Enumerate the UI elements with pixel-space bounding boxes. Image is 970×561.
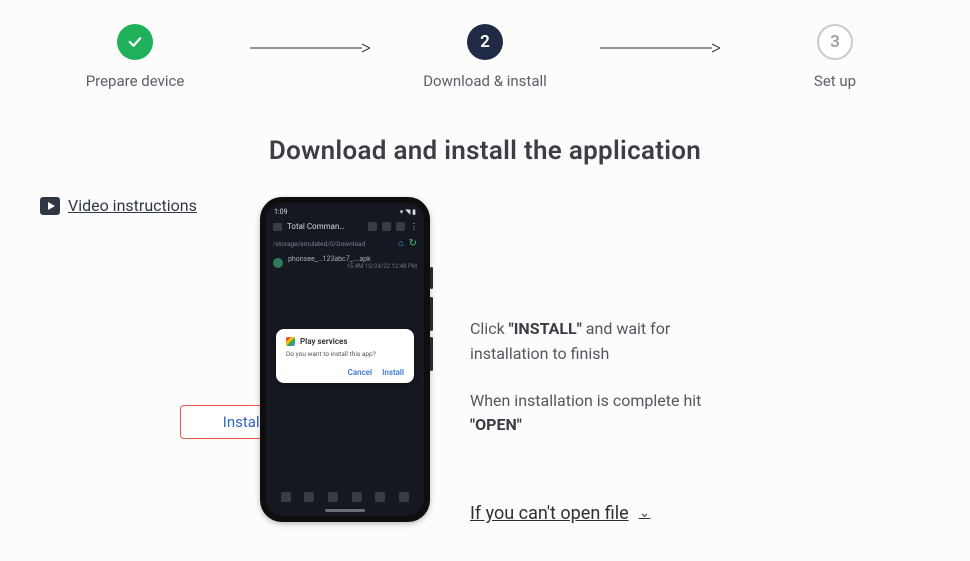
phone-screen: 1:09 ▾ ◥ ▮ Total Comman… ⋮ /storage/emul… bbox=[266, 203, 424, 516]
toolbar-icon bbox=[368, 222, 377, 231]
stepper-arrow-icon bbox=[250, 38, 370, 57]
instruction-text: When installation is complete hit bbox=[470, 391, 701, 410]
chevron-down-icon: ⌄ bbox=[639, 503, 651, 525]
install-dialog-title: Play services bbox=[300, 337, 347, 346]
home-icon: ⌂ bbox=[398, 238, 403, 249]
instructions-column: Click "INSTALL" and wait for installatio… bbox=[470, 317, 730, 528]
phone-illustration: Install 1:09 ▾ ◥ ▮ Total Comman… ⋮ bbox=[260, 197, 430, 522]
phone-path-row: /storage/emulated/0/Download ⌂ ↻ bbox=[266, 235, 424, 252]
toolbar-icon bbox=[375, 492, 385, 502]
refresh-icon: ↻ bbox=[409, 238, 417, 249]
step-check-icon bbox=[117, 24, 153, 60]
phone-side-button bbox=[430, 267, 433, 289]
search-icon bbox=[396, 222, 405, 231]
toolbar-icon bbox=[399, 492, 409, 502]
menu-dots-icon: ⋮ bbox=[410, 222, 417, 231]
video-instructions-label: Video instructions bbox=[68, 196, 197, 215]
phone-frame: 1:09 ▾ ◥ ▮ Total Comman… ⋮ /storage/emul… bbox=[260, 197, 430, 522]
instruction-line-2: When installation is complete hit "OPEN" bbox=[470, 389, 730, 439]
instruction-line-1: Click "INSTALL" and wait for installatio… bbox=[470, 317, 730, 367]
phone-app-toolbar: Total Comman… ⋮ bbox=[266, 218, 424, 235]
step-set-up: 3 Set up bbox=[760, 24, 910, 90]
step-download-install: 2 Download & install bbox=[410, 24, 560, 90]
stepper: Prepare device 2 Download & install 3 Se… bbox=[0, 0, 970, 100]
dialog-install-button: Install bbox=[382, 368, 404, 377]
step-label: Set up bbox=[814, 72, 856, 90]
install-dialog-subtitle: Do you want to install this app? bbox=[286, 350, 404, 358]
phone-status-icons: ▾ ◥ ▮ bbox=[400, 208, 416, 216]
phone-path: /storage/emulated/0/Download bbox=[273, 240, 393, 248]
dialog-cancel-button: Cancel bbox=[348, 368, 373, 377]
cant-open-file-toggle[interactable]: If you can't open file ⌄ bbox=[470, 500, 730, 528]
home-pill-icon bbox=[325, 509, 365, 512]
install-dialog: Play services Do you want to install thi… bbox=[276, 329, 414, 383]
play-icon bbox=[40, 197, 60, 215]
toolbar-icon bbox=[328, 492, 338, 502]
step-prepare-device: Prepare device bbox=[60, 24, 210, 90]
phone-time: 1:09 bbox=[274, 208, 288, 216]
cant-open-file-label: If you can't open file bbox=[470, 500, 629, 528]
toolbar-icon bbox=[382, 222, 391, 231]
toolbar-icon bbox=[352, 492, 362, 502]
phone-file-row: phonsee_…123abc7_….apk 15.4M 10/24/22 12… bbox=[266, 252, 424, 273]
phone-bottom-toolbar bbox=[266, 492, 424, 502]
install-callout-label: Install bbox=[223, 413, 263, 431]
phone-file-meta: 15.4M 10/24/22 12:48 PM bbox=[288, 263, 417, 270]
step-number-3: 3 bbox=[817, 24, 853, 60]
instruction-text: Click bbox=[470, 319, 509, 338]
phone-side-button bbox=[430, 297, 433, 331]
phone-status-bar: 1:09 ▾ ◥ ▮ bbox=[266, 203, 424, 218]
toolbar-icon bbox=[281, 492, 291, 502]
page-title: Download and install the application bbox=[0, 136, 970, 166]
stepper-arrow-icon bbox=[600, 38, 720, 57]
step-label: Download & install bbox=[423, 72, 547, 90]
instruction-bold: "INSTALL" bbox=[509, 319, 582, 338]
phone-file-name: phonsee_…123abc7_….apk bbox=[288, 255, 417, 263]
phone-app-title: Total Comman… bbox=[287, 222, 345, 231]
step-number-2: 2 bbox=[467, 24, 503, 60]
step-label: Prepare device bbox=[86, 72, 185, 90]
phone-side-button bbox=[430, 337, 433, 371]
instruction-bold: "OPEN" bbox=[470, 415, 522, 434]
apk-icon bbox=[273, 258, 283, 268]
toolbar-icon bbox=[304, 492, 314, 502]
folder-icon bbox=[273, 223, 282, 231]
play-services-icon bbox=[286, 337, 295, 346]
